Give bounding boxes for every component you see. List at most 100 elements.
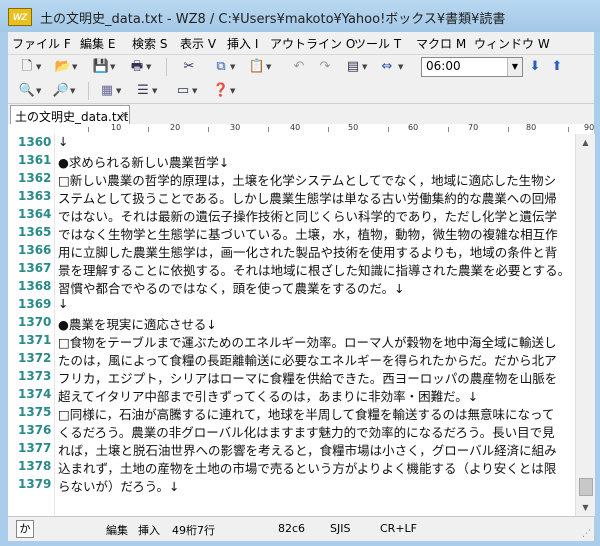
time-select[interactable]: 06:00 ▼	[421, 57, 523, 77]
editor-line[interactable]: 1365 ではなく生物学と生態学に基づいている。土壌，水，植物，動物，微生物の複雑…	[8, 224, 575, 242]
undo-icon[interactable]: ↶	[290, 58, 308, 76]
editor-line[interactable]: 1377 れば，土壌と脱石油世界への影響を考えると，食糧市場は小さく，グローバル経…	[8, 440, 575, 458]
print-icon[interactable]: 🖶	[128, 58, 146, 76]
editor-line[interactable]: 1368 習慣や都合でやるのではなく，頭を使って農業をするのだ。↓	[8, 278, 575, 296]
open-folder-icon[interactable]: 📂	[54, 58, 72, 76]
chevron-down-icon[interactable]: ▼	[36, 63, 41, 71]
editor-line[interactable]: 1367 景を理解することに依拠する。それは地域に根ざした知識に指導された農業を必…	[8, 260, 575, 278]
menu-outline[interactable]: アウトライン O	[270, 35, 355, 52]
find-icon[interactable]: 🔍	[18, 82, 36, 100]
line-text[interactable]: 景を理解することに依拠する。それは地域に根ざした知識に指導された農業を必要とする…	[58, 260, 570, 279]
editor-line[interactable]: 1373 フリカ，エジプト，シリアはローマに食糧を供給できた。西ヨーロッパの農産物…	[8, 368, 575, 386]
line-text[interactable]: フリカ，エジプト，シリアはローマに食糧を供給できた。西ヨーロッパの農産物を山脈を	[58, 368, 557, 387]
editor-line[interactable]: 1369 ↓	[8, 296, 575, 314]
down-arrow-icon[interactable]: ⬇	[526, 58, 544, 76]
replace-icon[interactable]: 🔎	[52, 82, 70, 100]
wz-app-icon[interactable]: WZ	[8, 8, 32, 26]
editor-line[interactable]: 1374 超えてイタリア中部まで引きずってくるのは，あまりに非効率・困難だ。↓	[8, 386, 575, 404]
document-format-icon[interactable]: ▤	[344, 58, 362, 76]
copy-icon[interactable]: ⧉	[212, 58, 230, 76]
grep-icon[interactable]: ▦	[98, 82, 116, 100]
line-text[interactable]: ↓	[58, 296, 68, 311]
cut-icon[interactable]: ✂	[180, 58, 198, 76]
toolbar-separator	[88, 82, 89, 100]
line-text[interactable]: ●求められる新しい農業哲学↓	[58, 152, 229, 171]
line-text[interactable]: 超えてイタリア中部まで引きずってくるのは，あまりに非効率・困難だ。↓	[58, 386, 478, 405]
line-text[interactable]: 用に立脚した農業生態学は，画一化された製品や技術を使用するよりも，地域の条件と背	[58, 242, 557, 261]
menu-view[interactable]: 表示 V	[180, 35, 216, 52]
editor-line[interactable]: 1363 ステムとして扱うことである。しかし農業生態学は単なる古い労働集約的な農業…	[8, 188, 575, 206]
menu-edit[interactable]: 編集 E	[80, 35, 115, 52]
scroll-down-icon[interactable]: ▼	[576, 499, 595, 516]
status-newline[interactable]: CR+LF	[380, 522, 417, 535]
chevron-down-icon[interactable]: ▼	[36, 87, 41, 95]
editor-line[interactable]: 1378 込まれず，土地の産物を土地の市場で売るという方がよりよく機能する（より安…	[8, 458, 575, 476]
redo-icon[interactable]: ↷	[316, 58, 334, 76]
editor-line[interactable]: 1364 ではない。それは最新の遺伝子操作技術と同じくらい科学的であり，ただし化学…	[8, 206, 575, 224]
line-text[interactable]: □同様に，石油が高騰するに連れて，地球を半周して食糧を輸送するのは無意味になって	[58, 404, 554, 423]
chevron-down-icon[interactable]: ▼	[70, 87, 75, 95]
menu-window[interactable]: ウィンドウ W	[474, 35, 550, 52]
editor-line[interactable]: 1370 ●農業を現実に適応させる↓	[8, 314, 575, 332]
line-text[interactable]: くるだろう。農業の非グローバル化はますます魅力的で効率的になるだろう。長い目で見	[58, 422, 555, 441]
menu-search[interactable]: 検索 S	[132, 35, 167, 52]
editor-line[interactable]: 1379 らないが）だろう。↓	[8, 476, 575, 494]
line-text[interactable]: ●農業を現実に適応させる↓	[58, 314, 217, 333]
window-icon[interactable]: ▭	[174, 82, 192, 100]
line-text[interactable]: 込まれず，土地の産物を土地の市場で売るという方がよりよく機能する（より安くとは限	[58, 458, 556, 477]
chevron-down-icon[interactable]: ▼	[116, 87, 121, 95]
menu-insert[interactable]: 挿入 I	[227, 35, 258, 52]
line-text[interactable]: □新しい農業の哲学的原理は，土壌を化学システムとしてでなく，地域に適応した生物シ	[58, 170, 556, 189]
editor-line[interactable]: 1360 ↓	[8, 134, 575, 152]
chevron-down-icon[interactable]: ▼	[507, 58, 522, 76]
line-text[interactable]: □食物をテーブルまで運ぶためのエネルギー効率。ローマ人が穀物を地中海全域に輸送し	[58, 332, 557, 351]
editor-line[interactable]: 1375 □同様に，石油が高騰するに連れて，地球を半周して食糧を輸送するのは無意味…	[8, 404, 575, 422]
chevron-down-icon[interactable]: ▼	[362, 63, 367, 71]
menu-macro[interactable]: マクロ M	[416, 35, 466, 52]
line-text[interactable]: ステムとして扱うことである。しかし農業生態学は単なる古い労働集約的な農業への回帰	[58, 188, 557, 207]
status-encoding[interactable]: SJIS	[330, 522, 350, 535]
chevron-down-icon[interactable]: ▼	[192, 87, 197, 95]
close-icon[interactable]: ×	[120, 108, 129, 121]
status-insert[interactable]: 挿入	[138, 522, 160, 538]
outline-icon[interactable]: ☰	[134, 82, 152, 100]
menu-file[interactable]: ファイル F	[12, 35, 71, 52]
chevron-down-icon[interactable]: ▼	[146, 63, 151, 71]
paste-icon[interactable]: 📋	[248, 58, 266, 76]
scroll-up-icon[interactable]: ▲	[576, 134, 595, 151]
title-bar[interactable]: WZ 土の文明史_data.txt - WZ8 / C:¥Users¥makot…	[0, 0, 600, 32]
up-arrow-icon[interactable]: ⬆	[548, 58, 566, 76]
resize-grip-icon[interactable]: ⋰	[582, 529, 591, 539]
chevron-down-icon[interactable]: ▼	[230, 63, 235, 71]
editor-line[interactable]: 1361 ●求められる新しい農業哲学↓	[8, 152, 575, 170]
editor-line[interactable]: 1371 □食物をテーブルまで運ぶためのエネルギー効率。ローマ人が穀物を地中海全域…	[8, 332, 575, 350]
editor-line[interactable]: 1366 用に立脚した農業生態学は，画一化された製品や技術を使用するよりも，地域の…	[8, 242, 575, 260]
help-icon[interactable]: ❓	[212, 82, 230, 100]
editor-line[interactable]: 1362 □新しい農業の哲学的原理は，土壌を化学システムとしてでなく，地域に適応し…	[8, 170, 575, 188]
chevron-down-icon[interactable]: ▼	[398, 63, 403, 71]
view-mode-icon[interactable]: ⇔	[378, 58, 396, 76]
vertical-scrollbar[interactable]: ▲ ▼	[575, 134, 595, 516]
line-text[interactable]: れば，土壌と脱石油世界への影響を考えると，食糧市場は小さく，グローバル経済に組み	[58, 440, 557, 459]
chevron-down-icon[interactable]: ▼	[266, 63, 271, 71]
scrollbar-thumb[interactable]	[579, 478, 593, 496]
line-text[interactable]: ではない。それは最新の遺伝子操作技術と同じくらい科学的であり，ただし化学と遺伝学	[58, 206, 557, 225]
chevron-down-icon[interactable]: ▼	[230, 87, 235, 95]
chevron-down-icon[interactable]: ▼	[110, 63, 115, 71]
line-text[interactable]: ではなく生物学と生態学に基づいている。土壌，水，植物，動物，微生物の複雑な相互作	[58, 224, 558, 243]
editor-line[interactable]: 1376 くるだろう。農業の非グローバル化はますます魅力的で効率的になるだろう。長…	[8, 422, 575, 440]
menu-tools[interactable]: ツール T	[354, 35, 401, 52]
line-text[interactable]: らないが）だろう。↓	[58, 476, 179, 495]
text-editor[interactable]: 1360 ↓ 1361 ●求められる新しい農業哲学↓ 1362 □新しい農業の哲学的原…	[8, 134, 575, 516]
save-icon[interactable]: 💾	[92, 58, 110, 76]
new-file-icon[interactable]: 🗋	[18, 58, 36, 76]
ruler-number: 30	[230, 124, 241, 132]
chevron-down-icon[interactable]: ▼	[72, 63, 77, 71]
line-text[interactable]: たのは，風によって食糧の長距離輸送に必要なエネルギーを得られたからだ。だから北ア	[58, 350, 557, 369]
chevron-down-icon[interactable]: ▼	[152, 87, 157, 95]
line-text[interactable]: ↓	[58, 134, 68, 149]
tab-document[interactable]: 土の文明史_data.txt ×	[10, 105, 130, 125]
line-text[interactable]: 習慣や都合でやるのではなく，頭を使って農業をするのだ。↓	[58, 278, 405, 297]
editor-line[interactable]: 1372 たのは，風によって食糧の長距離輸送に必要なエネルギーを得られたからだ。だ…	[8, 350, 575, 368]
ime-mode-indicator[interactable]: か	[16, 520, 34, 538]
